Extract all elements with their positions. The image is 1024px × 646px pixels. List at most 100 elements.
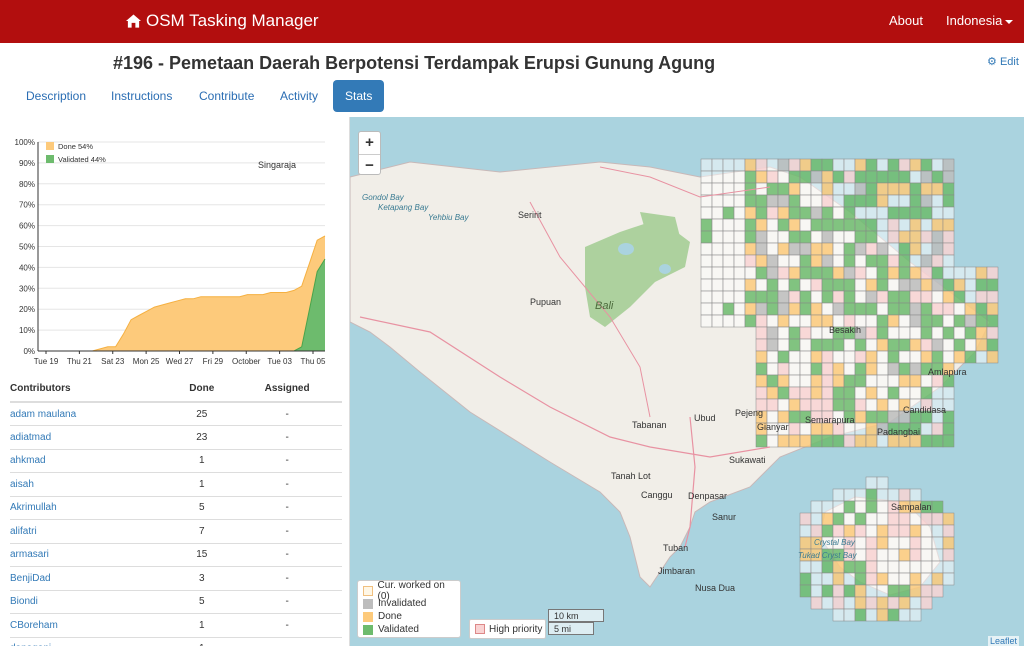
task-cell[interactable] [876, 374, 889, 388]
task-cell[interactable] [953, 350, 966, 364]
task-cell[interactable] [887, 524, 900, 538]
task-cell[interactable] [799, 374, 812, 388]
task-cell[interactable] [722, 218, 735, 232]
task-cell[interactable] [898, 374, 911, 388]
task-cell[interactable] [931, 254, 944, 268]
task-cell[interactable] [766, 326, 779, 340]
task-cell[interactable] [766, 158, 779, 172]
task-cell[interactable] [876, 278, 889, 292]
task-cell[interactable] [876, 254, 889, 268]
task-cell[interactable] [920, 314, 933, 328]
task-cell[interactable] [942, 302, 955, 316]
task-cell[interactable] [887, 398, 900, 412]
task-cell[interactable] [909, 596, 922, 610]
task-cell[interactable] [821, 278, 834, 292]
task-cell[interactable] [821, 596, 834, 610]
task-cell[interactable] [711, 290, 724, 304]
task-cell[interactable] [887, 290, 900, 304]
contributor-link[interactable]: ahkmad [10, 455, 46, 466]
task-cell[interactable] [766, 266, 779, 280]
task-cell[interactable] [755, 266, 768, 280]
task-cell[interactable] [700, 290, 713, 304]
task-cell[interactable] [744, 302, 757, 316]
task-cell[interactable] [942, 314, 955, 328]
task-cell[interactable] [755, 326, 768, 340]
task-cell[interactable] [722, 158, 735, 172]
task-cell[interactable] [700, 254, 713, 268]
task-cell[interactable] [854, 386, 867, 400]
task-cell[interactable] [898, 278, 911, 292]
task-cell[interactable] [733, 266, 746, 280]
task-cell[interactable] [711, 254, 724, 268]
task-cell[interactable] [865, 278, 878, 292]
task-cell[interactable] [722, 194, 735, 208]
task-cell[interactable] [986, 278, 999, 292]
task-cell[interactable] [843, 278, 856, 292]
task-cell[interactable] [799, 230, 812, 244]
task-cell[interactable] [953, 278, 966, 292]
task-cell[interactable] [744, 290, 757, 304]
task-cell[interactable] [766, 374, 779, 388]
task-cell[interactable] [700, 170, 713, 184]
task-cell[interactable] [744, 242, 757, 256]
task-cell[interactable] [799, 524, 812, 538]
task-cell[interactable] [986, 338, 999, 352]
task-cell[interactable] [876, 536, 889, 550]
task-cell[interactable] [898, 254, 911, 268]
task-cell[interactable] [942, 242, 955, 256]
task-cell[interactable] [876, 314, 889, 328]
task-cell[interactable] [821, 524, 834, 538]
task-cell[interactable] [854, 410, 867, 424]
task-cell[interactable] [854, 170, 867, 184]
task-cell[interactable] [711, 158, 724, 172]
task-cell[interactable] [898, 206, 911, 220]
task-cell[interactable] [843, 182, 856, 196]
contributor-name[interactable]: BenjiDad [10, 566, 172, 591]
task-cell[interactable] [854, 218, 867, 232]
task-cell[interactable] [887, 596, 900, 610]
task-cell[interactable] [722, 278, 735, 292]
task-cell[interactable] [942, 572, 955, 586]
task-cell[interactable] [975, 278, 988, 292]
task-cell[interactable] [821, 170, 834, 184]
task-cell[interactable] [810, 398, 823, 412]
task-cell[interactable] [755, 314, 768, 328]
task-cell[interactable] [799, 560, 812, 574]
task-cell[interactable] [942, 266, 955, 280]
task-cell[interactable] [854, 266, 867, 280]
task-cell[interactable] [799, 218, 812, 232]
task-cell[interactable] [755, 254, 768, 268]
task-cell[interactable] [964, 266, 977, 280]
task-cell[interactable] [744, 170, 757, 184]
task-cell[interactable] [810, 596, 823, 610]
task-cell[interactable] [876, 182, 889, 196]
task-cell[interactable] [843, 386, 856, 400]
task-cell[interactable] [777, 434, 790, 448]
contributor-link[interactable]: Akrimullah [10, 502, 57, 513]
task-cell[interactable] [832, 524, 845, 538]
task-cell[interactable] [909, 206, 922, 220]
task-cell[interactable] [766, 230, 779, 244]
task-cell[interactable] [843, 266, 856, 280]
task-cell[interactable] [821, 374, 834, 388]
task-cell[interactable] [821, 230, 834, 244]
task-cell[interactable] [810, 512, 823, 526]
task-cell[interactable] [755, 194, 768, 208]
task-cell[interactable] [887, 488, 900, 502]
task-cell[interactable] [931, 386, 944, 400]
task-cell[interactable] [755, 338, 768, 352]
task-cell[interactable] [788, 266, 801, 280]
task-cell[interactable] [898, 266, 911, 280]
task-cell[interactable] [909, 194, 922, 208]
task-cell[interactable] [876, 158, 889, 172]
task-cell[interactable] [810, 206, 823, 220]
task-cell[interactable] [854, 422, 867, 436]
task-cell[interactable] [931, 218, 944, 232]
task-cell[interactable] [854, 608, 867, 622]
task-cell[interactable] [964, 290, 977, 304]
task-cell[interactable] [810, 194, 823, 208]
contributor-name[interactable]: danagani [10, 637, 172, 646]
task-cell[interactable] [876, 524, 889, 538]
task-cell[interactable] [920, 326, 933, 340]
task-cell[interactable] [854, 500, 867, 514]
